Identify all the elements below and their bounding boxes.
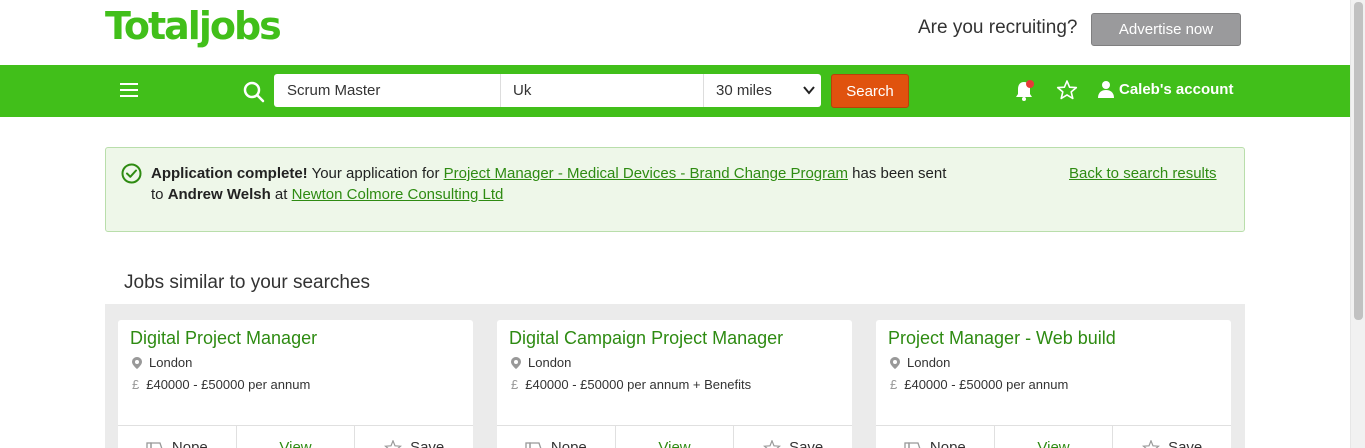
job-salary: £ £40000 - £50000 per annum + Benefits (511, 377, 751, 392)
save-label: Save (410, 439, 445, 448)
location-pin-icon (890, 356, 900, 369)
star-outline-icon (763, 439, 782, 448)
view-button[interactable]: View (237, 426, 356, 448)
job-salary: £ £40000 - £50000 per annum (132, 377, 310, 392)
thumbs-down-icon (904, 441, 921, 448)
page-scrollbar[interactable] (1350, 0, 1365, 448)
chevron-down-icon (803, 86, 815, 95)
hamburger-menu-icon[interactable] (120, 83, 138, 99)
job-card: Digital Project Manager London £ £40000 … (118, 320, 473, 448)
job-salary: £ £40000 - £50000 per annum (890, 377, 1068, 392)
banner-text-3: at (270, 186, 292, 203)
banner-heading: Application complete! (151, 165, 308, 182)
totaljobs-logo[interactable]: Totaljobs (105, 4, 282, 48)
thumbs-down-icon (525, 441, 542, 448)
advertise-now-button[interactable]: Advertise now (1091, 13, 1241, 46)
search-button[interactable]: Search (831, 74, 909, 108)
account-menu[interactable]: Caleb's account (1097, 80, 1233, 98)
scrollbar-thumb[interactable] (1354, 2, 1363, 320)
saved-jobs-star-icon[interactable] (1056, 79, 1078, 101)
star-outline-icon (1142, 439, 1161, 448)
nope-button[interactable]: Nope (497, 426, 616, 448)
pound-icon: £ (890, 377, 898, 392)
job-location: London (511, 355, 571, 370)
search-icon[interactable] (242, 80, 266, 104)
view-button[interactable]: View (995, 426, 1114, 448)
job-salary-text: £40000 - £50000 per annum (904, 377, 1069, 392)
keyword-input[interactable]: Scrum Master (274, 74, 501, 107)
job-title-link[interactable]: Digital Project Manager (130, 328, 317, 349)
applied-job-link[interactable]: Project Manager - Medical Devices - Bran… (444, 165, 848, 182)
application-complete-banner: Application complete! Your application f… (105, 147, 1245, 232)
save-button[interactable]: Save (734, 426, 852, 448)
star-outline-icon (384, 439, 403, 448)
view-button[interactable]: View (616, 426, 735, 448)
job-location-text: London (149, 355, 193, 370)
nope-button[interactable]: Nope (118, 426, 237, 448)
job-salary-text: £40000 - £50000 per annum + Benefits (525, 377, 752, 392)
job-location-text: London (907, 355, 951, 370)
account-label: Caleb's account (1119, 80, 1234, 98)
job-card-actions: Nope View Save (876, 425, 1231, 448)
save-label: Save (1168, 439, 1203, 448)
job-card: Digital Campaign Project Manager London … (497, 320, 852, 448)
banner-text-1: Your application for (307, 165, 444, 182)
company-link[interactable]: Newton Colmore Consulting Ltd (292, 186, 504, 203)
save-button[interactable]: Save (1113, 426, 1231, 448)
pound-icon: £ (511, 377, 519, 392)
save-button[interactable]: Save (355, 426, 473, 448)
location-input[interactable]: Uk (501, 74, 704, 107)
radius-select-value: 30 miles (716, 82, 772, 99)
thumbs-down-icon (146, 441, 163, 448)
search-nav-bar: Scrum Master Uk 30 miles Search Caleb's … (0, 65, 1350, 117)
nope-label: Nope (550, 439, 587, 448)
similar-jobs-title: Jobs similar to your searches (124, 272, 371, 293)
check-circle-icon (121, 163, 142, 184)
job-location: London (890, 355, 950, 370)
job-card-actions: Nope View Save (118, 425, 473, 448)
user-icon (1098, 81, 1114, 98)
job-title-link[interactable]: Project Manager - Web build (888, 328, 1116, 349)
radius-select[interactable]: 30 miles (704, 74, 821, 107)
top-header: Totaljobs Are you recruiting? Advertise … (0, 0, 1350, 65)
nope-label: Nope (171, 439, 208, 448)
notification-dot (1026, 80, 1034, 88)
nope-button[interactable]: Nope (876, 426, 995, 448)
location-pin-icon (511, 356, 521, 369)
job-location-text: London (528, 355, 572, 370)
similar-jobs-panel: Digital Project Manager London £ £40000 … (105, 304, 1245, 448)
back-to-search-results-link[interactable]: Back to search results (1069, 163, 1217, 184)
job-title-link[interactable]: Digital Campaign Project Manager (509, 328, 783, 349)
nope-label: Nope (929, 439, 966, 448)
pound-icon: £ (132, 377, 140, 392)
recipient-name: Andrew Welsh (167, 186, 271, 203)
banner-message: Application complete! Your application f… (151, 163, 951, 205)
location-pin-icon (132, 356, 142, 369)
job-location: London (132, 355, 192, 370)
job-salary-text: £40000 - £50000 per annum (146, 377, 311, 392)
save-label: Save (789, 439, 824, 448)
recruiting-prompt: Are you recruiting? (918, 17, 1078, 38)
job-card: Project Manager - Web build London £ £40… (876, 320, 1231, 448)
job-card-actions: Nope View Save (497, 425, 852, 448)
